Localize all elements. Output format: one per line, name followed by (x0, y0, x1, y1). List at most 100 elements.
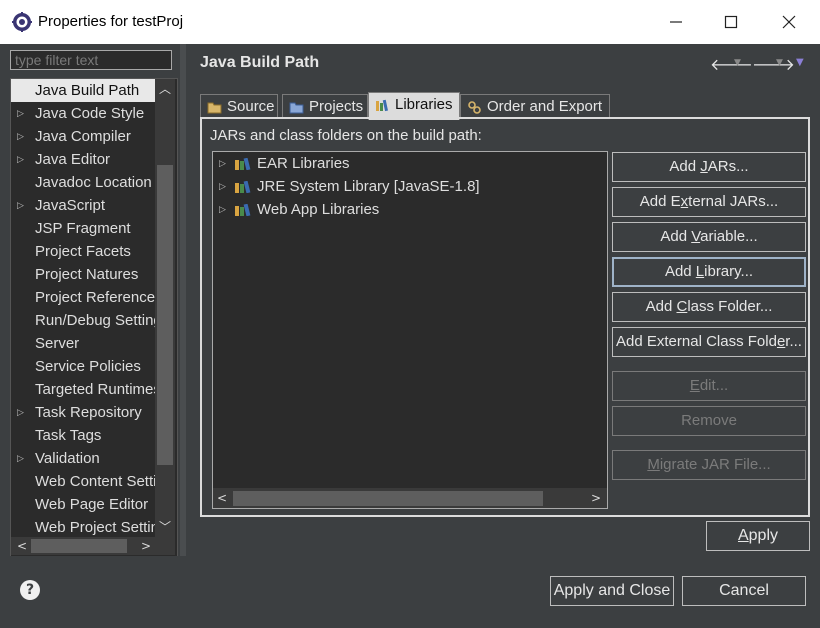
back-arrow-icon[interactable]: 🡐 (710, 54, 753, 74)
tree-item[interactable]: Task Tags (11, 424, 155, 447)
tab-libraries[interactable]: Libraries (368, 92, 460, 120)
tree-item-label: JavaScript (35, 197, 106, 214)
expand-arrow-icon[interactable]: ▷ (219, 198, 226, 221)
properties-dialog: Properties for testProj type filter text… (0, 0, 820, 628)
tree-item[interactable]: Web Page Editor (11, 493, 155, 516)
tree-item[interactable]: Server (11, 332, 155, 355)
scroll-thumb[interactable] (233, 491, 543, 506)
tree-item[interactable]: Project References (11, 286, 155, 309)
library-icon (235, 204, 251, 216)
scroll-right-icon[interactable]: > (137, 537, 155, 555)
tree-item[interactable]: Project Natures (11, 263, 155, 286)
tree-item-label: JSP Fragment (35, 220, 131, 237)
maximize-button[interactable] (702, 0, 760, 44)
add-library-button[interactable]: Add Library... (612, 257, 806, 287)
tree-item-label: Server (35, 335, 80, 352)
tree-item[interactable]: Run/Debug Settings (11, 309, 155, 332)
libraries-icon (376, 99, 388, 112)
add-external-jars-button[interactable]: Add External JARs... (612, 187, 806, 217)
tree-item[interactable]: ▷ JavaScript (11, 194, 155, 217)
scroll-right-icon[interactable]: > (587, 488, 605, 508)
apply-and-close-button[interactable]: Apply and Close (550, 576, 674, 606)
scroll-left-icon[interactable]: < (213, 488, 231, 508)
page-title: Java Build Path (200, 54, 320, 71)
expand-arrow-icon[interactable]: ▷ (17, 401, 24, 424)
tree-item[interactable]: ▷ Task Repository (11, 401, 155, 424)
tree-item[interactable]: Service Policies (11, 355, 155, 378)
library-label: Web App Libraries (257, 201, 380, 218)
tree-item[interactable]: Web Project Settings (11, 516, 155, 539)
tree-horizontal-scrollbar[interactable]: < > (11, 537, 175, 555)
dialog-button-bar: ? Apply and Close Cancel (0, 556, 820, 628)
tree-item[interactable]: Targeted Runtimes (11, 378, 155, 401)
expand-arrow-icon[interactable]: ▷ (219, 152, 226, 175)
order-export-icon (468, 101, 481, 114)
tree-item-label: Web Project Settings (35, 519, 155, 536)
remove-button[interactable]: Remove (612, 406, 806, 436)
tree-item-label: Project Facets (35, 243, 131, 260)
tree-item[interactable]: Java Build Path (11, 79, 155, 102)
close-icon (782, 15, 796, 29)
tree-item[interactable]: ▷ Java Editor (11, 148, 155, 171)
tree-item[interactable]: ▷ Java Compiler (11, 125, 155, 148)
expand-arrow-icon[interactable]: ▷ (17, 102, 24, 125)
forward-menu-icon[interactable]: ▼ (776, 58, 783, 68)
tree-item-label: Service Policies (35, 358, 141, 375)
libraries-horizontal-scrollbar[interactable]: < > (213, 488, 607, 508)
add-variable-button[interactable]: Add Variable... (612, 222, 806, 252)
add-class-folder-button[interactable]: Add Class Folder... (612, 292, 806, 322)
scroll-down-icon[interactable]: ﹀ (155, 517, 175, 537)
expand-arrow-icon[interactable]: ▷ (219, 175, 226, 198)
tree-item-label: Java Code Style (35, 105, 145, 122)
library-label: JRE System Library [JavaSE-1.8] (257, 178, 480, 195)
library-label: EAR Libraries (257, 155, 350, 172)
minimize-button[interactable] (647, 0, 705, 44)
tab-order-and-export[interactable]: Order and Export (460, 94, 610, 118)
apply-button[interactable]: Apply (706, 521, 810, 551)
filter-input[interactable]: type filter text (10, 50, 172, 70)
tree-item-label: Targeted Runtimes (35, 381, 155, 398)
edit-button[interactable]: Edit... (612, 371, 806, 401)
scroll-up-icon[interactable]: ︿ (155, 79, 175, 99)
tree-item-label: Web Content Settings (35, 473, 155, 490)
add-jars-button[interactable]: Add JARs... (612, 152, 806, 182)
tab-label: Projects (309, 98, 364, 115)
maximize-icon (724, 15, 738, 29)
tree-item-label: Project Natures (35, 266, 139, 283)
add-external-class-folder-button[interactable]: Add External Class Folder... (612, 327, 806, 357)
page-area: Java Build Path 🡐 ▼ 🡒 ▼ ▼ Source Project… (186, 44, 820, 556)
jars-label: JARs and class folders on the build path… (210, 127, 482, 144)
tree-item[interactable]: Web Content Settings (11, 470, 155, 493)
back-menu-icon[interactable]: ▼ (734, 58, 741, 68)
cancel-button[interactable]: Cancel (682, 576, 806, 606)
tree-item-label: Java Compiler (35, 128, 131, 145)
libraries-tree[interactable]: ▷ EAR Libraries ▷ JRE System Library [Ja… (212, 151, 608, 509)
scroll-left-icon[interactable]: < (13, 537, 31, 555)
migrate-jar-button[interactable]: Migrate JAR File... (612, 450, 806, 480)
tree-item[interactable]: JSP Fragment (11, 217, 155, 240)
help-icon[interactable]: ? (20, 580, 40, 600)
expand-arrow-icon[interactable]: ▷ (17, 447, 24, 470)
forward-arrow-icon[interactable]: 🡒 (752, 54, 795, 74)
close-button[interactable] (760, 0, 818, 44)
window-title: Properties for testProj (38, 13, 184, 30)
tab-projects[interactable]: Projects (282, 94, 368, 118)
tree-item-label: Task Tags (35, 427, 102, 444)
eclipse-gear-icon (12, 12, 32, 32)
view-menu-icon[interactable]: ▼ (796, 57, 804, 68)
tree-item[interactable]: ▷ Validation (11, 447, 155, 470)
scroll-thumb[interactable] (157, 165, 173, 465)
tree-item[interactable]: Project Facets (11, 240, 155, 263)
tree-item[interactable]: ▷ Java Code Style (11, 102, 155, 125)
tab-label: Source (227, 98, 275, 115)
tab-source[interactable]: Source (200, 94, 278, 118)
tree-item[interactable]: Javadoc Location (11, 171, 155, 194)
expand-arrow-icon[interactable]: ▷ (17, 148, 24, 171)
projects-folder-icon (289, 102, 304, 114)
expand-arrow-icon[interactable]: ▷ (17, 194, 24, 217)
expand-arrow-icon[interactable]: ▷ (17, 125, 24, 148)
tree-item-label: Task Repository (35, 404, 142, 421)
scroll-thumb[interactable] (31, 539, 127, 553)
tree-vertical-scrollbar[interactable]: ︿ ﹀ (155, 79, 175, 537)
property-page-tree[interactable]: Java Build Path ▷ Java Code Style ▷ Java Com… (10, 78, 178, 558)
